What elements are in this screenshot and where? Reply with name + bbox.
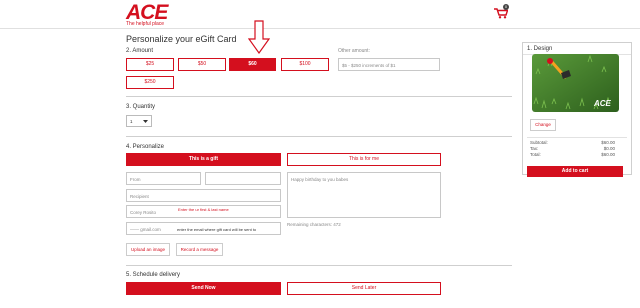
logo-tagline: The helpful place xyxy=(126,21,165,27)
page-frame: ACE The helpful place 0 Personalize your… xyxy=(0,0,640,308)
delivery-section-label: 5. Schedule delivery xyxy=(126,272,181,278)
section-divider xyxy=(126,265,512,266)
amount-option-250[interactable]: $250 xyxy=(126,76,174,89)
design-section-label: 1. Design xyxy=(527,46,553,52)
tax-label: Tax: xyxy=(530,146,539,151)
amount-section-label: 2. Amount xyxy=(126,48,154,54)
last-name-input[interactable] xyxy=(205,172,281,185)
first-name-placeholder: From xyxy=(130,177,141,182)
card-logo: ACE xyxy=(594,99,611,108)
send-now-button[interactable]: Send Now xyxy=(126,282,281,295)
add-to-cart-button[interactable]: Add to cart xyxy=(527,166,623,177)
ace-logo[interactable]: ACE The helpful place xyxy=(126,1,176,27)
change-design-button[interactable]: Change xyxy=(530,119,556,131)
chevron-down-icon xyxy=(143,120,148,123)
first-name-input[interactable]: From xyxy=(126,172,201,185)
header-divider xyxy=(0,28,640,29)
summary-divider xyxy=(527,137,627,138)
amount-option-100[interactable]: $100 xyxy=(281,58,329,71)
tax-value: $0.00 xyxy=(603,146,615,151)
section-divider xyxy=(126,96,512,97)
subtotal-label: Subtotal: xyxy=(530,140,548,145)
sender-name-value: Corey Rosito xyxy=(130,210,157,215)
subtotal-value: $60.00 xyxy=(601,140,615,145)
tab-this-is-a-gift[interactable]: This is a gift xyxy=(126,153,281,166)
quantity-value: 1 xyxy=(130,119,133,124)
total-value: $60.00 xyxy=(601,152,615,157)
personalize-section-label: 4. Personalize xyxy=(126,144,165,150)
upload-image-button[interactable]: Upload an image xyxy=(126,243,170,256)
other-amount-label: Other amount: xyxy=(338,48,370,54)
recipient-input[interactable]: Recipient xyxy=(126,189,281,202)
message-value: Happy birthday to you babes xyxy=(291,177,349,182)
email-hint-annotation: enter the email where gift card will be … xyxy=(177,227,257,232)
message-textarea[interactable]: Happy birthday to you babes xyxy=(287,172,441,218)
down-arrow-annotation-icon xyxy=(248,20,270,54)
amount-option-50[interactable]: $50 xyxy=(178,58,226,71)
amount-option-60[interactable]: $60 xyxy=(229,58,276,71)
record-message-button[interactable]: Record a message xyxy=(176,243,223,256)
total-label: Total: xyxy=(530,152,541,157)
quantity-select[interactable]: 1 xyxy=(126,115,152,127)
quantity-section-label: 3. Quantity xyxy=(126,104,156,110)
sender-hint-annotation: Enter the ur first & last name xyxy=(178,207,229,212)
remaining-characters: Remaining characters: 472 xyxy=(287,222,341,227)
email-value: —— gmail.com xyxy=(130,227,161,232)
amount-option-25[interactable]: $25 xyxy=(126,58,174,71)
send-later-button[interactable]: Send Later xyxy=(287,282,441,295)
other-amount-placeholder: $5 - $250 increments of $1 xyxy=(342,63,396,68)
other-amount-input[interactable]: $5 - $250 increments of $1 xyxy=(338,58,440,71)
recipient-placeholder: Recipient xyxy=(130,194,149,199)
tab-this-is-for-me[interactable]: This is for me xyxy=(287,153,441,166)
cart-count-badge: 0 xyxy=(503,4,509,10)
page-title: Personalize your eGift Card xyxy=(126,34,237,44)
section-divider xyxy=(126,136,512,137)
